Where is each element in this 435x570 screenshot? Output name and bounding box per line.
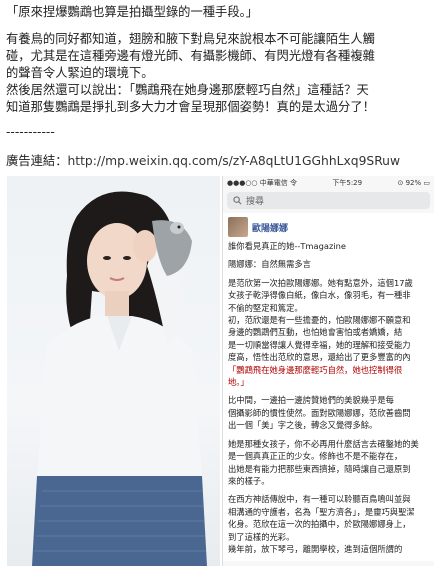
fb-post-line: 她是那種女孩子，你不必再用什麼話言去確鑿她的美	[228, 438, 419, 449]
fb-post-header: 歐陽娜娜	[228, 217, 429, 237]
fb-post-line: 幾年前，放下琴弓，離開學校，進到這個所謂的	[228, 543, 403, 554]
fb-post-line: 比中間，一邊拍一邊誇贊她們的美貌幾乎是每	[228, 395, 394, 406]
fb-post-line: 女孩子乾淨得像白紙，像白水，像羽毛，有一種非	[228, 290, 411, 301]
fb-post-line: 不偷的堅定和篤定。	[228, 302, 303, 313]
search-icon	[233, 196, 242, 205]
fb-post-line: 出一個「美」字之後，轉念又覺得多餘。	[228, 420, 378, 431]
search-bar[interactable]: 搜尋	[227, 192, 430, 209]
fb-post-line: 是范欣第一次拍歐陽娜娜。她有點意外，這個17歲	[228, 277, 413, 288]
fb-post-line: 陽娜娜：自然無需多言	[228, 259, 311, 270]
ad-line: 廣告連結：http://mp.weixin.qq.com/s/zY-A8qLtU…	[6, 153, 431, 170]
post-text: 「原來捏爆鸚鵡也算是拍攝型錄的一種手段。」 有養鳥的同好都知道，翅膀和腋下對鳥兒…	[6, 4, 431, 170]
fb-post-line: 到了這樣的光彩。	[228, 531, 295, 542]
fb-post-line: 在西方神話傳說中，有一種可以聆聽百鳥鳴叫並與	[228, 494, 411, 505]
fb-post-body: 誰你看見真正的她--Tmagazine 陽娜娜：自然無需多言是范欣第一次拍歐陽娜娜…	[228, 240, 429, 555]
fb-post: 歐陽娜娜 誰你看見真正的她--Tmagazine 陽娜娜：自然無需多言是范欣第一次…	[223, 213, 434, 561]
fb-post-line: 相溝通的守護者，名為「聖方濟各」，是靈巧與聖潔	[228, 506, 415, 517]
battery-text: ⊙ 92% ▭	[397, 179, 430, 187]
fb-post-line: 是一個真真正正的少女。修飾也不是不能存在，	[228, 451, 403, 462]
fb-post-line: 出她是有能力把那些東西擠掉，隨時讓自己還原到	[228, 463, 411, 474]
fb-post-line: 身邊的鸚鵡們互動，也怕她會害怕或者嬌嬌，結	[228, 327, 403, 338]
para1-line: 的聲音令人緊迫的環境下。	[6, 66, 154, 80]
divider-line: -----------	[6, 125, 55, 139]
model-photo	[7, 176, 220, 566]
quote-line: 「原來捏爆鸚鵡也算是拍攝型錄的一種手段。」	[6, 5, 259, 19]
ad-label: 廣告連結：	[6, 154, 68, 168]
fb-post-line: 個攝影師的慣性使然。面對歐陽娜娜，范欣善齒問	[228, 407, 411, 418]
fb-post-line: 度高，悟性出范欣的意思，還給出了更多豐富的內	[228, 352, 411, 363]
clock-text: 下午5:29	[332, 179, 363, 187]
fb-post-line: 來的樣子。	[228, 475, 270, 486]
post-container: 「原來捏爆鸚鵡也算是拍攝型錄的一種手段。」 有養鳥的同好都知道，翅膀和腋下對鳥兒…	[0, 0, 435, 570]
page-name[interactable]: 歐陽娜娜	[252, 221, 288, 234]
para2-line: 然後居然還可以說出：「鸚鵡飛在她身邊那麼輕巧自然」這種話？天	[6, 83, 369, 97]
fb-post-line: 是一切順當得讓人覺得幸福，她的理解和接受能力	[228, 339, 411, 350]
fb-post-line: 「鸚鵡飛在她身邊那麼輕巧自然，她也控制得很	[228, 364, 403, 375]
fb-post-line: 化身。范欣在這一次的拍攝中，於歐陽娜娜身上，	[228, 519, 411, 530]
ad-link[interactable]: http://mp.weixin.qq.com/s/zY-A8qLtU1GGhh…	[68, 154, 401, 168]
fb-post-line: 誰你看見真正的她--Tmagazine	[228, 241, 346, 251]
para1-line: 有養鳥的同好都知道，翅膀和腋下對鳥兒來說根本不可能讓陌生人觸	[6, 32, 375, 46]
status-bar: ●●●○○ 中華電信 令 下午5:29 ⊙ 92% ▭	[223, 176, 434, 190]
search-placeholder: 搜尋	[246, 197, 265, 207]
para2-line: 知道那隻鸚鵡是掙扎到多大力才會呈現那個姿勢！真的是太過分了！	[6, 100, 375, 114]
fb-post-line: 地。」	[228, 377, 249, 388]
carrier-text: ●●●○○ 中華電信 令	[227, 179, 297, 187]
phone-screenshot: ●●●○○ 中華電信 令 下午5:29 ⊙ 92% ▭ 搜尋 歐陽娜娜 誰你看見…	[222, 176, 434, 566]
para1-line: 碰，尤其是在這種旁邊有燈光師、有攝影機師、有閃光燈有各種複雜	[6, 49, 375, 63]
fb-post-line: 初，范欣還是有一些擔憂的，怕歐陽娜娜不願意和	[228, 315, 411, 326]
avatar[interactable]	[228, 217, 248, 237]
model-with-parrot-illustration	[32, 191, 207, 566]
